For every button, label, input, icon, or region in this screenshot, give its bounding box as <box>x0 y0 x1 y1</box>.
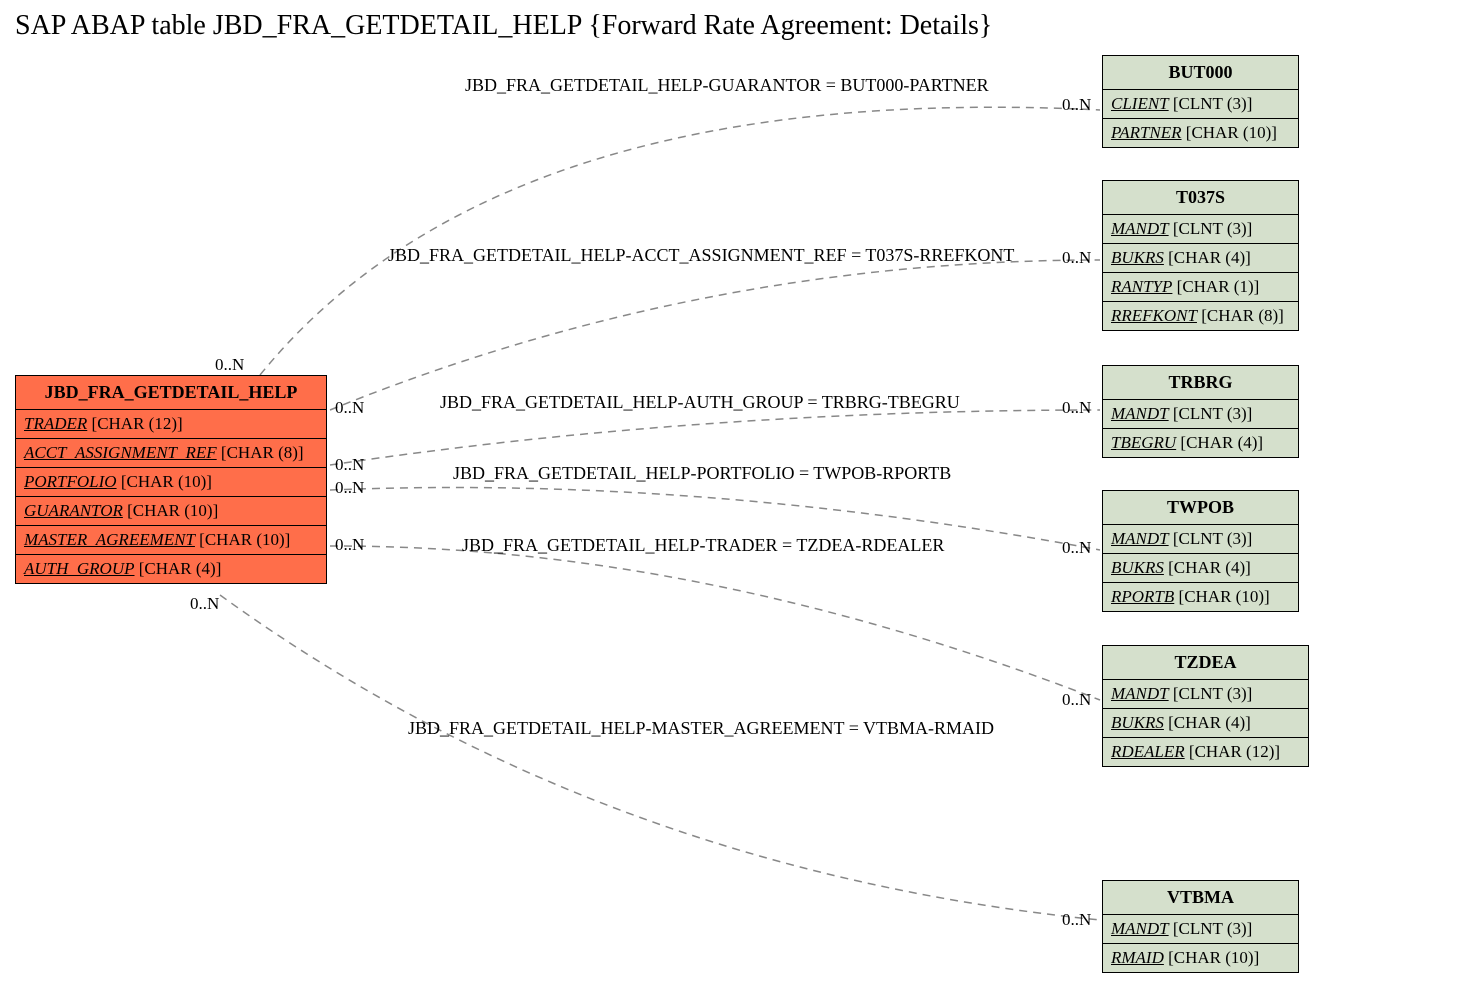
ref-table-header: TRBRG <box>1103 366 1298 400</box>
field-type: [CHAR (10)] <box>121 472 212 491</box>
field-type: [CHAR (4)] <box>1168 713 1251 732</box>
edge-label: JBD_FRA_GETDETAIL_HELP-MASTER_AGREEMENT … <box>408 718 994 739</box>
edge-label: JBD_FRA_GETDETAIL_HELP-TRADER = TZDEA-RD… <box>462 535 944 556</box>
field-name: AUTH_GROUP <box>24 559 135 578</box>
ref-table-but000: BUT000 CLIENT [CLNT (3)] PARTNER [CHAR (… <box>1102 55 1299 148</box>
cardinality-label: 0..N <box>190 594 219 614</box>
ref-table-trbrg: TRBRG MANDT [CLNT (3)] TBEGRU [CHAR (4)] <box>1102 365 1299 458</box>
field-type: [CLNT (3)] <box>1173 94 1252 113</box>
table-row: AUTH_GROUP [CHAR (4)] <box>16 555 326 583</box>
table-row: PORTFOLIO [CHAR (10)] <box>16 468 326 497</box>
table-row: MASTER_AGREEMENT [CHAR (10)] <box>16 526 326 555</box>
table-row: TBEGRU [CHAR (4)] <box>1103 429 1298 457</box>
ref-table-twpob: TWPOB MANDT [CLNT (3)] BUKRS [CHAR (4)] … <box>1102 490 1299 612</box>
field-name: ACCT_ASSIGNMENT_REF <box>24 443 217 462</box>
field-type: [CLNT (3)] <box>1173 919 1252 938</box>
field-name: PARTNER <box>1111 123 1182 142</box>
field-type: [CHAR (10)] <box>199 530 290 549</box>
table-row: RREFKONT [CHAR (8)] <box>1103 302 1298 330</box>
edge-label: JBD_FRA_GETDETAIL_HELP-GUARANTOR = BUT00… <box>465 75 989 96</box>
field-type: [CHAR (8)] <box>221 443 304 462</box>
field-type: [CLNT (3)] <box>1173 404 1252 423</box>
table-row: ACCT_ASSIGNMENT_REF [CHAR (8)] <box>16 439 326 468</box>
table-row: RPORTB [CHAR (10)] <box>1103 583 1298 611</box>
field-name: MASTER_AGREEMENT <box>24 530 195 549</box>
ref-table-t037s: T037S MANDT [CLNT (3)] BUKRS [CHAR (4)] … <box>1102 180 1299 331</box>
ref-table-vtbma: VTBMA MANDT [CLNT (3)] RMAID [CHAR (10)] <box>1102 880 1299 973</box>
cardinality-label: 0..N <box>1062 538 1091 558</box>
table-row: BUKRS [CHAR (4)] <box>1103 244 1298 273</box>
field-type: [CHAR (10)] <box>127 501 218 520</box>
cardinality-label: 0..N <box>1062 910 1091 930</box>
ref-table-header: TWPOB <box>1103 491 1298 525</box>
field-name: GUARANTOR <box>24 501 123 520</box>
field-type: [CLNT (3)] <box>1173 529 1252 548</box>
ref-table-header: T037S <box>1103 181 1298 215</box>
field-name: MANDT <box>1111 219 1169 238</box>
table-row: MANDT [CLNT (3)] <box>1103 525 1298 554</box>
field-name: TRADER <box>24 414 87 433</box>
field-name: BUKRS <box>1111 558 1164 577</box>
ref-table-header: TZDEA <box>1103 646 1308 680</box>
cardinality-label: 0..N <box>1062 95 1091 115</box>
edge-label: JBD_FRA_GETDETAIL_HELP-ACCT_ASSIGNMENT_R… <box>388 245 1014 266</box>
field-name: MANDT <box>1111 529 1169 548</box>
table-row: BUKRS [CHAR (4)] <box>1103 554 1298 583</box>
table-row: TRADER [CHAR (12)] <box>16 410 326 439</box>
table-row: RANTYP [CHAR (1)] <box>1103 273 1298 302</box>
field-type: [CHAR (1)] <box>1177 277 1260 296</box>
field-name: RDEALER <box>1111 742 1185 761</box>
field-name: BUKRS <box>1111 248 1164 267</box>
cardinality-label: 0..N <box>335 535 364 555</box>
ref-table-header: VTBMA <box>1103 881 1298 915</box>
field-name: PORTFOLIO <box>24 472 117 491</box>
field-type: [CHAR (4)] <box>139 559 222 578</box>
field-name: RPORTB <box>1111 587 1174 606</box>
cardinality-label: 0..N <box>1062 398 1091 418</box>
field-name: MANDT <box>1111 684 1169 703</box>
cardinality-label: 0..N <box>1062 690 1091 710</box>
cardinality-label: 0..N <box>335 455 364 475</box>
cardinality-label: 0..N <box>335 478 364 498</box>
table-row: MANDT [CLNT (3)] <box>1103 215 1298 244</box>
table-row: PARTNER [CHAR (10)] <box>1103 119 1298 147</box>
table-row: MANDT [CLNT (3)] <box>1103 400 1298 429</box>
field-type: [CHAR (10)] <box>1186 123 1277 142</box>
field-name: MANDT <box>1111 404 1169 423</box>
cardinality-label: 0..N <box>215 355 244 375</box>
field-name: MANDT <box>1111 919 1169 938</box>
ref-table-tzdea: TZDEA MANDT [CLNT (3)] BUKRS [CHAR (4)] … <box>1102 645 1309 767</box>
field-type: [CLNT (3)] <box>1173 684 1252 703</box>
ref-table-header: BUT000 <box>1103 56 1298 90</box>
field-name: RMAID <box>1111 948 1164 967</box>
table-row: BUKRS [CHAR (4)] <box>1103 709 1308 738</box>
field-type: [CHAR (4)] <box>1168 248 1251 267</box>
field-type: [CHAR (8)] <box>1201 306 1284 325</box>
field-name: RANTYP <box>1111 277 1172 296</box>
edge-label: JBD_FRA_GETDETAIL_HELP-AUTH_GROUP = TRBR… <box>440 392 960 413</box>
field-type: [CLNT (3)] <box>1173 219 1252 238</box>
table-row: CLIENT [CLNT (3)] <box>1103 90 1298 119</box>
field-type: [CHAR (10)] <box>1168 948 1259 967</box>
main-table-header: JBD_FRA_GETDETAIL_HELP <box>16 376 326 410</box>
field-type: [CHAR (4)] <box>1168 558 1251 577</box>
field-name: BUKRS <box>1111 713 1164 732</box>
table-row: RDEALER [CHAR (12)] <box>1103 738 1308 766</box>
table-row: MANDT [CLNT (3)] <box>1103 915 1298 944</box>
cardinality-label: 0..N <box>1062 248 1091 268</box>
field-name: RREFKONT <box>1111 306 1197 325</box>
field-type: [CHAR (4)] <box>1180 433 1263 452</box>
field-type: [CHAR (10)] <box>1179 587 1270 606</box>
edge-label: JBD_FRA_GETDETAIL_HELP-PORTFOLIO = TWPOB… <box>453 463 951 484</box>
table-row: GUARANTOR [CHAR (10)] <box>16 497 326 526</box>
field-name: TBEGRU <box>1111 433 1176 452</box>
cardinality-label: 0..N <box>335 398 364 418</box>
table-row: RMAID [CHAR (10)] <box>1103 944 1298 972</box>
page-title: SAP ABAP table JBD_FRA_GETDETAIL_HELP {F… <box>15 10 992 42</box>
field-name: CLIENT <box>1111 94 1169 113</box>
main-table: JBD_FRA_GETDETAIL_HELP TRADER [CHAR (12)… <box>15 375 327 584</box>
field-type: [CHAR (12)] <box>92 414 183 433</box>
table-row: MANDT [CLNT (3)] <box>1103 680 1308 709</box>
field-type: [CHAR (12)] <box>1189 742 1280 761</box>
